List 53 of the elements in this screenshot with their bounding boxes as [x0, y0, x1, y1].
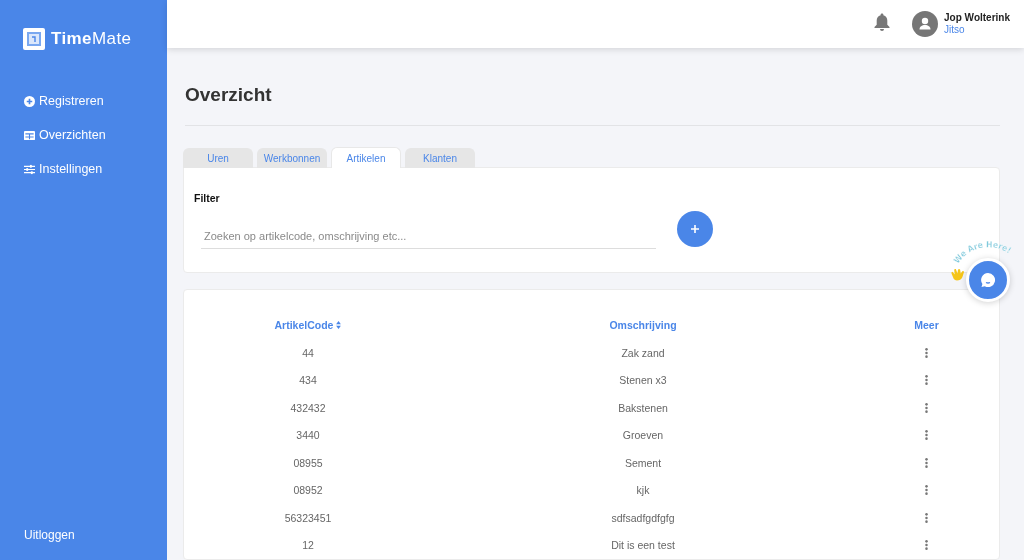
user-name: Jop Wolterink: [944, 11, 1010, 23]
sliders-icon: [24, 163, 35, 175]
plus-circle-icon: [24, 95, 35, 107]
logo-text: TimeMate: [51, 29, 132, 49]
kebab-menu-icon[interactable]: [925, 430, 928, 441]
avatar-icon[interactable]: [912, 11, 939, 37]
kebab-menu-icon[interactable]: [925, 457, 928, 468]
nav-link[interactable]: Instellingen: [23, 159, 103, 179]
table-cell: Sement: [624, 456, 662, 469]
table-cell: Zak zand: [621, 346, 665, 359]
sort-icon[interactable]: [336, 321, 342, 329]
tab[interactable]: Werkbonnen: [257, 148, 327, 168]
tab[interactable]: Artikelen: [331, 147, 401, 168]
column-header[interactable]: Meer: [914, 319, 939, 331]
table-cell: Stenen x3: [619, 374, 667, 387]
kebab-menu-icon[interactable]: [925, 402, 928, 413]
table-cell: Groeven: [622, 429, 664, 442]
nav-link[interactable]: Overzichten: [23, 125, 106, 145]
table-cell: sdfsadfgdfgfg: [611, 511, 675, 524]
table-cell: 12: [302, 539, 314, 552]
tab[interactable]: Klanten: [405, 148, 475, 168]
page-title: Overzicht: [185, 84, 1000, 126]
kebab-menu-icon[interactable]: [925, 540, 928, 551]
nav-link[interactable]: Registreren: [23, 91, 104, 111]
add-button[interactable]: [677, 211, 713, 247]
user-company: Jitso: [944, 23, 965, 35]
search-field[interactable]: Zoeken op artikelcode, omschrijving etc...: [201, 223, 656, 249]
chat-badge-text: We Are Here!: [951, 239, 1014, 266]
table-cell: 56323451: [284, 511, 332, 524]
table-cell: Bakstenen: [618, 401, 668, 414]
kebab-menu-icon[interactable]: [925, 512, 928, 523]
speech-bubble-icon: [980, 272, 996, 288]
column-header[interactable]: ArtikelCode: [274, 319, 334, 331]
table-cell: 08952: [293, 484, 323, 497]
kebab-menu-icon[interactable]: [925, 347, 928, 358]
table-cell: kjk: [636, 484, 650, 497]
table-cell: 432432: [290, 401, 326, 414]
kebab-menu-icon[interactable]: [925, 375, 928, 386]
column-header[interactable]: Omschrijving: [609, 319, 677, 331]
table-icon: [24, 129, 35, 141]
plus-icon: [691, 225, 699, 233]
table-cell: 08955: [293, 456, 323, 469]
table-cell: 3440: [296, 429, 320, 442]
logout-link[interactable]: Uitloggen: [24, 528, 75, 542]
waving-hand-icon: [950, 268, 966, 281]
filter-label: Filter: [194, 192, 220, 204]
table-cell: Dit is een test: [611, 539, 675, 552]
table-cell: 434: [299, 374, 317, 387]
logo-icon: [23, 28, 45, 50]
notification-bell-icon[interactable]: [874, 13, 891, 31]
table-cell: 44: [302, 346, 314, 359]
tab[interactable]: Uren: [183, 148, 253, 168]
kebab-menu-icon[interactable]: [925, 485, 928, 496]
